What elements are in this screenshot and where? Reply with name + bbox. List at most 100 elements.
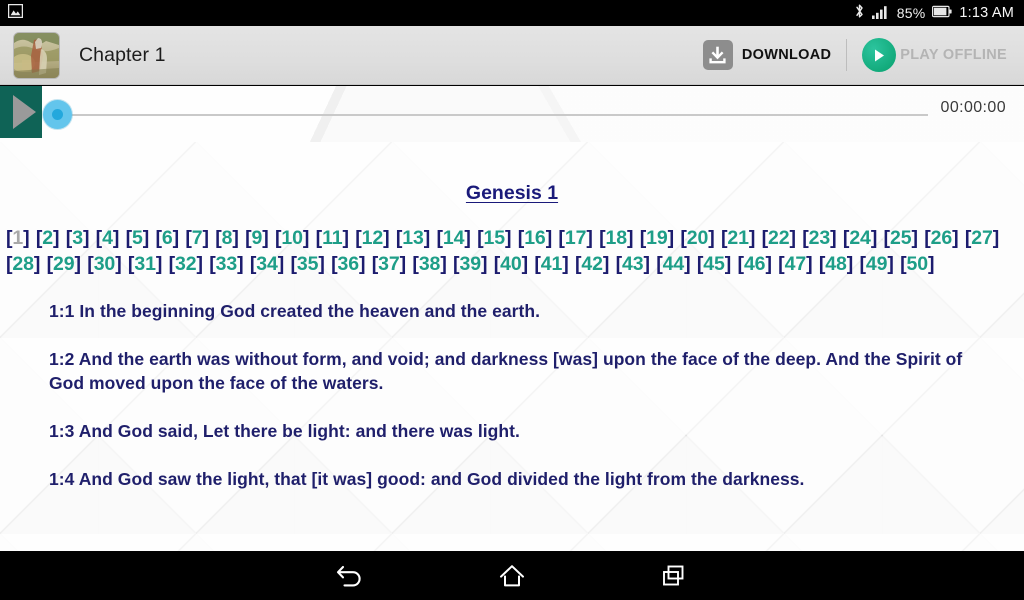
bracket-close: ] [846,253,854,275]
verse-link-5[interactable]: [5] [126,227,150,249]
verse-link-47[interactable]: [47] [778,253,812,275]
verse-link-32[interactable]: [32] [169,253,203,275]
verse-link-33[interactable]: [33] [209,253,243,275]
verse-link-41[interactable]: [41] [534,253,568,275]
verse-link-14[interactable]: [14] [437,227,471,249]
bracket-close: ] [992,227,1000,249]
verse-ref: 1:3 [49,421,75,441]
elapsed-time: 00:00:00 [940,99,1006,116]
verse-link-31[interactable]: [31] [128,253,162,275]
verse-link-35[interactable]: [35] [290,253,324,275]
verse-link-7[interactable]: [7] [185,227,209,249]
verse-link-28[interactable]: [28] [6,253,40,275]
bracket-close: ] [302,227,310,249]
verse-link-number: 16 [524,227,546,249]
home-button[interactable] [431,551,593,600]
verse-link-number: 40 [500,253,522,275]
verse-link-number: 48 [825,253,847,275]
verse-link-6[interactable]: [6] [155,227,179,249]
verse-link-12[interactable]: [12] [355,227,389,249]
bracket-close: ] [887,253,894,275]
verse-link-30[interactable]: [30] [87,253,121,275]
verse-paragraph: 1:2 And the earth was without form, and … [49,347,994,395]
verse-link-43[interactable]: [43] [616,253,650,275]
verse-ref: 1:2 [49,349,75,369]
verse-link-38[interactable]: [38] [412,253,446,275]
verse-link-3[interactable]: [3] [66,227,90,249]
verse-link-number: 45 [703,253,725,275]
seek-bar[interactable] [56,114,928,116]
verse-link-15[interactable]: [15] [477,227,511,249]
verse-link-number: 34 [256,253,278,275]
verse-link-number: 2 [42,227,54,249]
verse-link-2[interactable]: [2] [36,227,60,249]
verse-link-4[interactable]: [4] [96,227,120,249]
verse-link-36[interactable]: [36] [331,253,365,275]
bracket-close: ] [765,253,772,275]
play-offline-button[interactable]: PLAY OFFLINE [853,33,1016,77]
verse-link-1[interactable]: [1] [6,227,30,249]
verse-link-13[interactable]: [13] [396,227,430,249]
verse-link-27[interactable]: [27] [965,227,999,249]
play-triangle-icon [12,95,36,129]
verse-link-49[interactable]: [49] [859,253,893,275]
verse-number-nav: [1] [2] [3] [4] [5] [6] [7] [8] [9] [10]… [0,225,1024,277]
verse-link-17[interactable]: [17] [558,227,592,249]
back-button[interactable] [269,551,431,600]
app-root: 85% 1:13 AM Chapter 1 DOWNLOAD PLAY OFFL… [0,0,1024,600]
bracket-close: ] [480,253,488,275]
verse-link-50[interactable]: [50] [900,253,934,275]
bracket-close: ] [423,227,431,249]
download-button[interactable]: DOWNLOAD [694,33,840,77]
verse-link-45[interactable]: [45] [697,253,731,275]
verse-link-48[interactable]: [48] [819,253,853,275]
verse-link-24[interactable]: [24] [843,227,877,249]
seek-thumb[interactable] [43,100,72,129]
bracket-close: ] [521,253,529,275]
verse-link-number: 20 [686,227,709,249]
play-button[interactable] [0,86,42,138]
verse-link-20[interactable]: [20] [680,227,714,249]
audio-player-bar: 00:00:00 [0,86,1024,142]
verse-link-10[interactable]: [10] [275,227,309,249]
verse-link-number: 30 [93,253,116,275]
verse-link-number: 42 [581,253,603,275]
verse-text: In the beginning God created the heaven … [79,301,541,321]
verse-text: And God said, Let there be light: and th… [78,421,520,441]
verse-link-29[interactable]: [29] [47,253,81,275]
bracket-close: ] [23,227,30,249]
verse-link-39[interactable]: [39] [453,253,487,275]
verse-link-11[interactable]: [11] [316,227,349,249]
verse-link-37[interactable]: [37] [372,253,406,275]
verse-link-42[interactable]: [42] [575,253,609,275]
verse-link-25[interactable]: [25] [884,227,918,249]
verse-link-number: 37 [378,253,400,275]
verse-text: And the earth was without form, and void… [49,349,963,393]
verse-link-46[interactable]: [46] [738,253,772,275]
verse-link-number: 5 [131,227,143,249]
verse-link-40[interactable]: [40] [494,253,528,275]
verse-link-number: 43 [622,253,644,275]
verse-link-44[interactable]: [44] [656,253,690,275]
verse-link-19[interactable]: [19] [640,227,674,249]
verse-link-number: 1 [12,227,24,249]
recents-button[interactable] [593,551,755,600]
verse-link-23[interactable]: [23] [802,227,836,249]
verse-link-number: 17 [564,227,587,249]
verse-link-34[interactable]: [34] [250,253,284,275]
verse-link-8[interactable]: [8] [215,227,239,249]
verse-link-21[interactable]: [21] [721,227,755,249]
verse-link-16[interactable]: [16] [518,227,552,249]
app-bar-actions: DOWNLOAD PLAY OFFLINE [694,26,1016,84]
chapter-thumbnail[interactable] [13,31,60,79]
verse-link-9[interactable]: [9] [245,227,269,249]
bracket-close: ] [830,227,837,249]
verse-link-22[interactable]: [22] [762,227,796,249]
verse-link-number: 26 [930,227,953,249]
verse-link-26[interactable]: [26] [924,227,958,249]
verse-link-number: 32 [174,253,197,275]
chapter-heading[interactable]: Genesis 1 [0,182,1024,205]
bracket-close: ] [684,253,691,275]
bracket-close: ] [74,253,82,275]
verse-link-18[interactable]: [18] [599,227,633,249]
